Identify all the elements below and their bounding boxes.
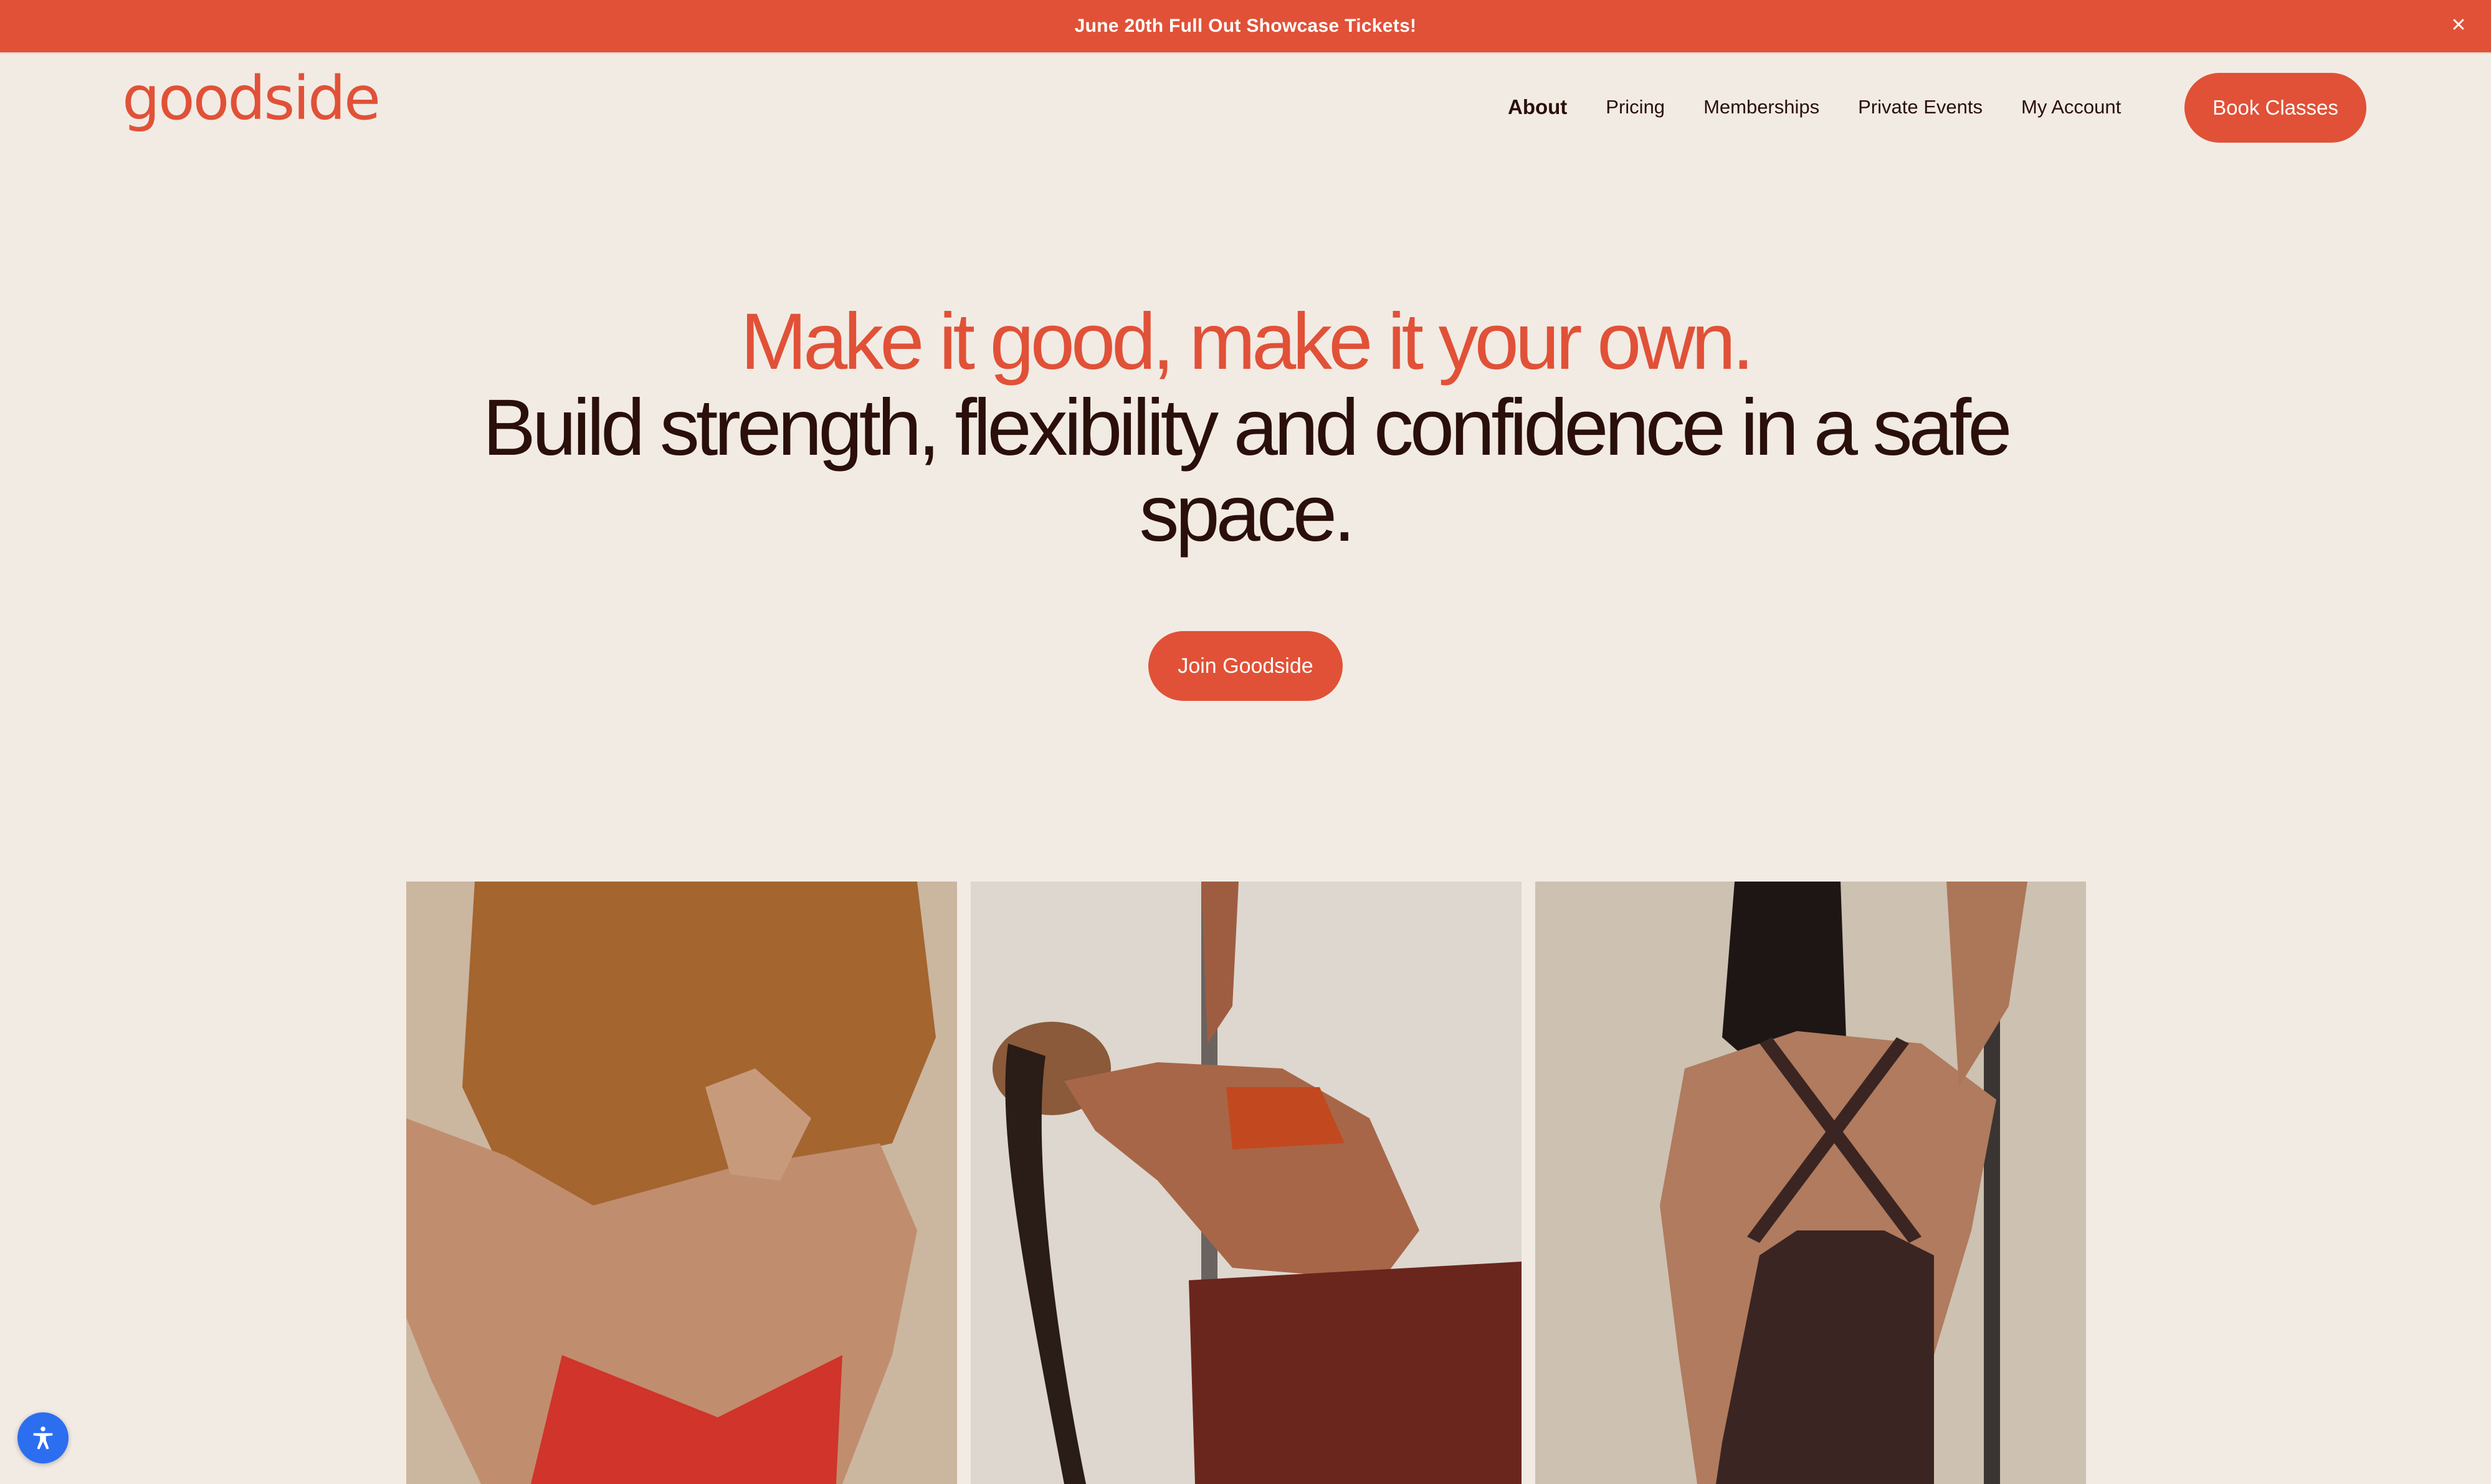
photo-gallery: [406, 882, 2086, 1484]
close-icon[interactable]: ✕: [2445, 11, 2472, 39]
nav-item-about[interactable]: About: [1508, 95, 1567, 119]
divider: [0, 52, 2491, 54]
nav-item-pricing[interactable]: Pricing: [1606, 96, 1665, 118]
main-nav: About Pricing Memberships Private Events…: [1508, 72, 2160, 142]
gallery-photo-2: [971, 882, 1522, 1484]
hero-subheadline: Build strength, flexibility and confiden…: [482, 383, 2012, 558]
gallery-photo-3: [1535, 882, 2086, 1484]
announcement-bar[interactable]: June 20th Full Out Showcase Tickets! ✕: [0, 0, 2491, 52]
nav-item-my-account[interactable]: My Account: [2021, 96, 2121, 118]
hero-headline: Make it good, make it your own.: [740, 297, 1754, 386]
gallery-photo-1: [406, 882, 957, 1484]
join-goodside-button[interactable]: Join Goodside: [1148, 631, 1343, 701]
nav-item-private-events[interactable]: Private Events: [1858, 96, 1983, 118]
hero-section: Make it good, make it your own. Build st…: [0, 299, 2491, 557]
logo[interactable]: goodside: [122, 69, 381, 128]
nav-item-memberships[interactable]: Memberships: [1703, 96, 1819, 118]
announcement-text[interactable]: June 20th Full Out Showcase Tickets!: [1075, 16, 1417, 37]
book-classes-button[interactable]: Book Classes: [2184, 73, 2366, 143]
accessibility-icon[interactable]: [17, 1412, 69, 1463]
